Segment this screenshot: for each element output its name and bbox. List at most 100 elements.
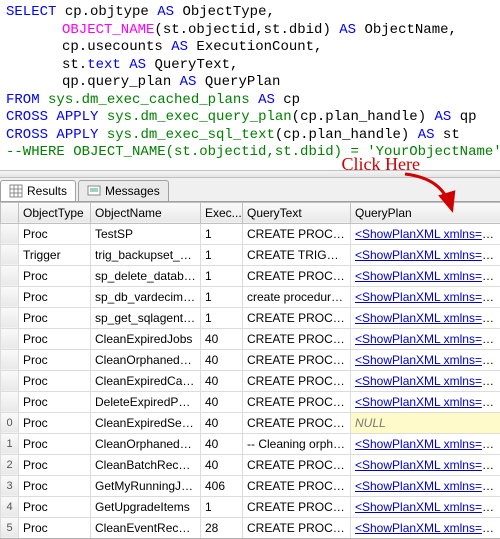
showplan-link[interactable]: <ShowPlanXML xmlns="http	[355, 458, 500, 472]
cell-qtext[interactable]: CREATE PROCE...	[243, 454, 351, 475]
showplan-link[interactable]: <ShowPlanXML xmlns="http	[355, 332, 500, 346]
tab-results[interactable]: Results	[0, 180, 76, 201]
cell-objname[interactable]: CleanOrphanedP...	[91, 433, 201, 454]
cell-objtype[interactable]: Proc	[19, 454, 91, 475]
table-row[interactable]: 1ProcCleanOrphanedP...40-- Cleaning orph…	[1, 433, 500, 454]
cell-exec[interactable]: 1	[201, 307, 243, 328]
cell-qtext[interactable]: create procedure s...	[243, 286, 351, 307]
table-row[interactable]: Procsp_db_vardecima...1create procedure …	[1, 286, 500, 307]
cell-objname[interactable]: GetUpgradeItems	[91, 496, 201, 517]
cell-objtype[interactable]: Proc	[19, 265, 91, 286]
row-header[interactable]	[1, 391, 19, 412]
col-objectname[interactable]: ObjectName	[91, 202, 201, 223]
row-header[interactable]	[1, 349, 19, 370]
cell-qtext[interactable]: CREATE TRIGGE...	[243, 244, 351, 265]
cell-exec[interactable]: 1	[201, 244, 243, 265]
cell-qtext[interactable]: CREATE PROCE...	[243, 307, 351, 328]
cell-exec[interactable]: 40	[201, 412, 243, 433]
cell-objtype[interactable]: Proc	[19, 328, 91, 349]
cell-objname[interactable]: trig_backupset_d...	[91, 244, 201, 265]
cell-exec[interactable]: 1	[201, 496, 243, 517]
cell-qtext[interactable]: CREATE PROCED...	[243, 223, 351, 244]
cell-qtext[interactable]: CREATE PROCE...	[243, 475, 351, 496]
cell-queryplan[interactable]: <ShowPlanXML xmlns="http	[351, 223, 500, 244]
cell-qtext[interactable]: -- Cleaning orphan...	[243, 433, 351, 454]
col-querytext[interactable]: QueryText	[243, 202, 351, 223]
cell-qtext[interactable]: CREATE PROCE...	[243, 517, 351, 538]
table-row[interactable]: ProcCleanExpiredJobs40CREATE PROCE...<Sh…	[1, 328, 500, 349]
results-grid[interactable]: ObjectType ObjectName Exec... QueryText …	[0, 202, 500, 539]
showplan-link[interactable]: <ShowPlanXML xmlns="http	[355, 248, 500, 262]
table-row[interactable]: 5ProcCleanEventRecor...28CREATE PROCE...…	[1, 517, 500, 538]
showplan-link[interactable]: <ShowPlanXML xmlns="http	[355, 479, 500, 493]
cell-objtype[interactable]: Proc	[19, 517, 91, 538]
row-header[interactable]	[1, 223, 19, 244]
table-row[interactable]: ProcCleanExpiredCache40CREATE PROCE...<S…	[1, 370, 500, 391]
cell-queryplan[interactable]: <ShowPlanXML xmlns="http	[351, 307, 500, 328]
cell-objname[interactable]: sp_db_vardecima...	[91, 286, 201, 307]
table-row[interactable]: 2ProcCleanBatchRecor...40CREATE PROCE...…	[1, 454, 500, 475]
cell-queryplan[interactable]: <ShowPlanXML xmlns="http	[351, 349, 500, 370]
row-header[interactable]: 0	[1, 412, 19, 433]
cell-qtext[interactable]: CREATE PROCE...	[243, 328, 351, 349]
showplan-link[interactable]: <ShowPlanXML xmlns="http	[355, 227, 500, 241]
cell-objname[interactable]: CleanEventRecor...	[91, 517, 201, 538]
showplan-link[interactable]: <ShowPlanXML xmlns="http	[355, 395, 500, 409]
cell-objname[interactable]: CleanExpiredJobs	[91, 328, 201, 349]
cell-exec[interactable]: 40	[201, 370, 243, 391]
cell-qtext[interactable]: CREATE PROCE...	[243, 391, 351, 412]
cell-objname[interactable]: GetMyRunningJobs	[91, 475, 201, 496]
row-header[interactable]	[1, 244, 19, 265]
table-row[interactable]: ProcTestSP1CREATE PROCED...<ShowPlanXML …	[1, 223, 500, 244]
table-row[interactable]: 4ProcGetUpgradeItems1CREATE PROCE...<Sho…	[1, 496, 500, 517]
cell-exec[interactable]: 406	[201, 475, 243, 496]
table-row[interactable]: ProcCleanOrphanedTes40CREATE PROCE...<Sh…	[1, 349, 500, 370]
cell-queryplan[interactable]: <ShowPlanXML xmlns="http	[351, 328, 500, 349]
cell-objname[interactable]: DeleteExpiredPer...	[91, 391, 201, 412]
col-objecttype[interactable]: ObjectType	[19, 202, 91, 223]
table-row[interactable]: Procsp_get_sqlagent_...1CREATE PROCE...<…	[1, 307, 500, 328]
tab-messages[interactable]: Messages	[78, 180, 169, 201]
showplan-link[interactable]: <ShowPlanXML xmlns="http	[355, 311, 500, 325]
cell-objname[interactable]: CleanExpiredCache	[91, 370, 201, 391]
row-header[interactable]: 1	[1, 433, 19, 454]
cell-objname[interactable]: CleanOrphanedTes	[91, 349, 201, 370]
cell-qtext[interactable]: CREATE PROCE...	[243, 412, 351, 433]
showplan-link[interactable]: <ShowPlanXML xmlns="http	[355, 269, 500, 283]
cell-qtext[interactable]: CREATE PROCE...	[243, 370, 351, 391]
cell-objname[interactable]: TestSP	[91, 223, 201, 244]
cell-queryplan[interactable]: <ShowPlanXML xmlns="http	[351, 370, 500, 391]
cell-objtype[interactable]: Proc	[19, 391, 91, 412]
row-header[interactable]: 4	[1, 496, 19, 517]
showplan-link[interactable]: <ShowPlanXML xmlns="http	[355, 521, 500, 535]
cell-queryplan[interactable]: <ShowPlanXML xmlns="http	[351, 265, 500, 286]
showplan-link[interactable]: <ShowPlanXML xmlns="http	[355, 374, 500, 388]
cell-objtype[interactable]: Proc	[19, 307, 91, 328]
cell-queryplan[interactable]: <ShowPlanXML xmlns="http	[351, 454, 500, 475]
cell-queryplan[interactable]: <ShowPlanXML xmlns="http	[351, 496, 500, 517]
cell-exec[interactable]: 40	[201, 391, 243, 412]
cell-objtype[interactable]: Proc	[19, 433, 91, 454]
table-row[interactable]: 0ProcCleanExpiredSess...40CREATE PROCE..…	[1, 412, 500, 433]
cell-objtype[interactable]: Proc	[19, 496, 91, 517]
cell-queryplan[interactable]: <ShowPlanXML xmlns="http	[351, 475, 500, 496]
col-executioncount[interactable]: Exec...	[201, 202, 243, 223]
cell-exec[interactable]: 1	[201, 265, 243, 286]
row-header[interactable]: 5	[1, 517, 19, 538]
cell-queryplan[interactable]: <ShowPlanXML xmlns="http	[351, 391, 500, 412]
cell-objtype[interactable]: Proc	[19, 412, 91, 433]
cell-objtype[interactable]: Proc	[19, 475, 91, 496]
cell-queryplan[interactable]: <ShowPlanXML xmlns="http	[351, 244, 500, 265]
row-header[interactable]	[1, 286, 19, 307]
cell-exec[interactable]: 1	[201, 286, 243, 307]
table-row[interactable]: Procsp_delete_databa...1CREATE PROCE...<…	[1, 265, 500, 286]
cell-objname[interactable]: CleanBatchRecor...	[91, 454, 201, 475]
row-header[interactable]	[1, 328, 19, 349]
table-row[interactable]: 3ProcGetMyRunningJobs406CREATE PROCE...<…	[1, 475, 500, 496]
cell-queryplan[interactable]: <ShowPlanXML xmlns="http	[351, 286, 500, 307]
cell-exec[interactable]: 40	[201, 433, 243, 454]
row-header[interactable]	[1, 370, 19, 391]
cell-queryplan[interactable]: <ShowPlanXML xmlns="http	[351, 433, 500, 454]
row-header[interactable]: 2	[1, 454, 19, 475]
row-header[interactable]	[1, 265, 19, 286]
